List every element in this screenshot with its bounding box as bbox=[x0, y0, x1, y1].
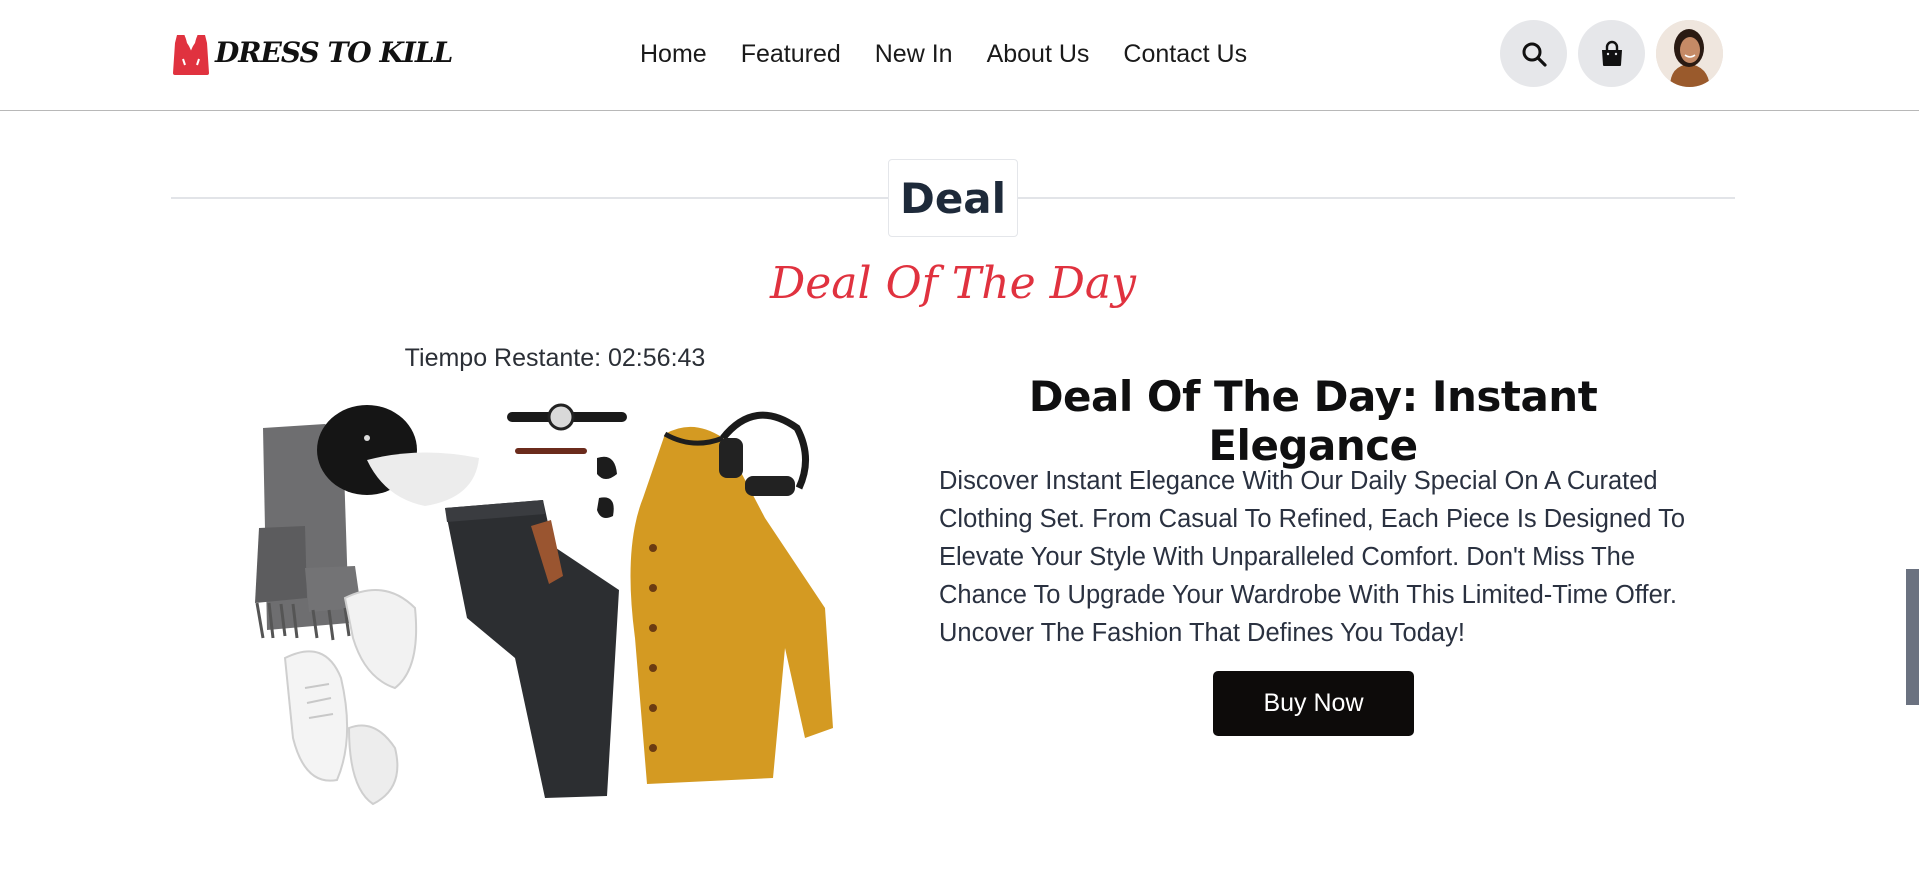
nav-item-featured[interactable]: Featured bbox=[741, 36, 841, 72]
nav-item-contact-us[interactable]: Contact Us bbox=[1123, 36, 1247, 72]
vest-logo-icon bbox=[173, 34, 209, 75]
accessories-image bbox=[507, 403, 627, 518]
trousers-image bbox=[445, 500, 619, 798]
section-title: Deal bbox=[888, 159, 1018, 237]
buy-now-button[interactable]: Buy Now bbox=[1213, 671, 1414, 736]
site-header: DRESS TO KILL Home Featured New In About… bbox=[0, 0, 1919, 111]
nav-item-new-in[interactable]: New In bbox=[875, 36, 953, 72]
deal-description: Discover Instant Elegance With Our Daily… bbox=[939, 467, 1686, 647]
main-nav: Home Featured New In About Us Contact Us bbox=[640, 36, 1281, 72]
user-avatar[interactable] bbox=[1656, 20, 1723, 87]
cart-button[interactable] bbox=[1578, 20, 1645, 87]
shopping-bag-icon bbox=[1601, 40, 1622, 66]
search-button[interactable] bbox=[1500, 20, 1567, 87]
nav-item-about-us[interactable]: About Us bbox=[987, 36, 1090, 72]
search-icon bbox=[1522, 42, 1547, 67]
nav-item-home[interactable]: Home bbox=[640, 36, 707, 72]
scrollbar-thumb[interactable] bbox=[1906, 569, 1919, 705]
countdown-timer: Tiempo Restante: 02:56:43 bbox=[404, 344, 706, 372]
brand-logo[interactable]: DRESS TO KILL bbox=[171, 29, 453, 77]
user-avatar-icon bbox=[1656, 20, 1723, 87]
brand-name: DRESS TO KILL bbox=[215, 36, 453, 69]
product-image bbox=[255, 403, 833, 806]
section-subtitle: Deal Of The Day bbox=[769, 258, 1137, 309]
deal-title: Deal Of The Day: Instant Elegance bbox=[1028, 372, 1598, 470]
